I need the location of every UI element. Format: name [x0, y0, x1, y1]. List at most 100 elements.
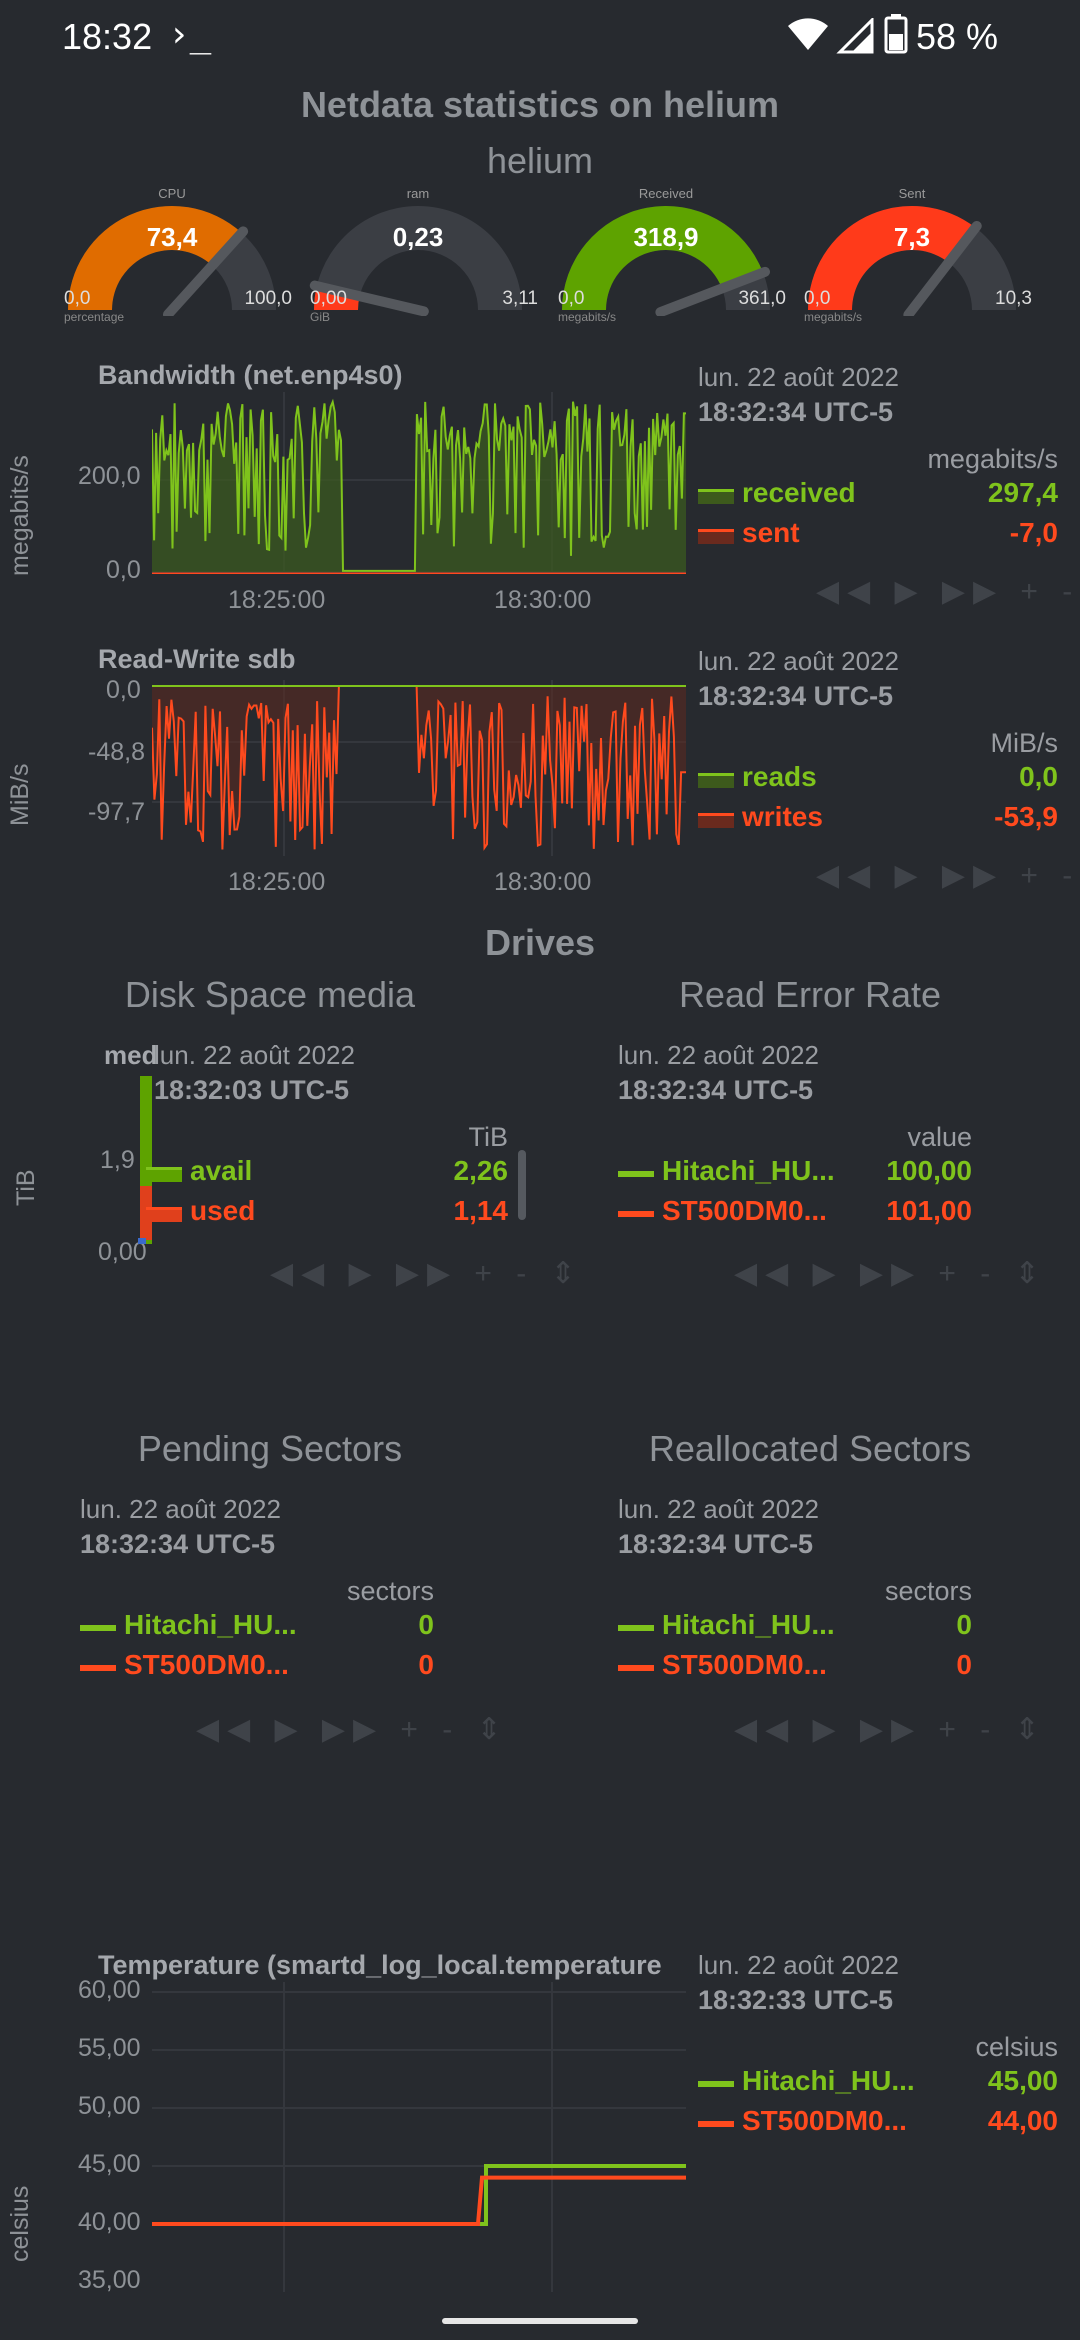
- reallocated-sectors-legend: lun. 22 août 2022 18:32:34 UTC-5 sectors…: [618, 1494, 972, 1687]
- hitachi-temperature-line: [152, 2164, 686, 2226]
- legend-name: Hitachi_HU...: [124, 1609, 297, 1640]
- sent-swatch: [698, 529, 734, 544]
- legend-row-sent[interactable]: sent -7,0: [698, 515, 1058, 555]
- home-indicator[interactable]: [442, 2318, 638, 2324]
- gauge-sent[interactable]: Sent 7,3 0,0 10,3 megabits/s: [802, 186, 1032, 326]
- disk-space-ytick: 1,9: [100, 1146, 135, 1174]
- legend-time: 18:32:34 UTC-5: [80, 1529, 276, 1559]
- chart-toolbar[interactable]: ◀◀ ▶ ▶▶ + - ⇕: [270, 1256, 584, 1291]
- gauge-max: 3,11: [502, 288, 538, 309]
- gauge-value: 0,23: [392, 222, 444, 252]
- legend-name: sent: [742, 517, 800, 548]
- chart-toolbar[interactable]: ◀◀ ▶ ▶▶ + - ⇕: [734, 1712, 1048, 1747]
- legend-unit: sectors: [884, 1576, 972, 1606]
- gauge-label: Received: [638, 186, 694, 201]
- temperature-ytick: 35,00: [78, 2266, 141, 2294]
- disk-space-ylabel: TiB: [12, 1169, 40, 1206]
- readwrite-ytick: 0,0: [106, 676, 141, 704]
- legend-value: 1,14: [453, 1195, 509, 1226]
- legend-row-hitachi[interactable]: Hitachi_HU... 45,00: [698, 2063, 1058, 2103]
- legend-row-st500[interactable]: ST500DM0... 0: [80, 1647, 434, 1687]
- legend-row-st500[interactable]: ST500DM0... 44,00: [698, 2103, 1058, 2143]
- legend-row-st500[interactable]: ST500DM0... 101,00: [618, 1193, 972, 1233]
- readwrite-plot[interactable]: [152, 680, 686, 856]
- disk-reserved-area: [138, 1238, 146, 1244]
- legend-value: 0: [418, 1609, 434, 1640]
- legend-row-hitachi[interactable]: Hitachi_HU... 0: [80, 1607, 434, 1647]
- read-error-rate-title: Read Error Rate: [678, 974, 942, 1015]
- used-swatch: [146, 1207, 182, 1222]
- legend-date: lun. 22 août 2022: [80, 1494, 281, 1524]
- readwrite-xtick: 18:30:00: [494, 868, 592, 896]
- bandwidth-ytick: 0,0: [106, 556, 141, 584]
- legend-value: -53,9: [994, 801, 1058, 832]
- legend-unit: celsius: [975, 2032, 1058, 2062]
- legend-row-st500[interactable]: ST500DM0... 0: [618, 1647, 972, 1687]
- readwrite-chart-title: Read-Write sdb: [98, 644, 296, 674]
- legend-time: 18:32:34 UTC-5: [698, 681, 894, 711]
- bandwidth-legend: lun. 22 août 2022 18:32:34 UTC-5 megabit…: [698, 362, 1058, 555]
- temperature-ytick: 45,00: [78, 2150, 141, 2178]
- st500-swatch: [698, 2121, 734, 2127]
- pending-sectors-title: Pending Sectors: [137, 1428, 403, 1469]
- legend-name: ST500DM0...: [662, 1649, 827, 1680]
- gauge-label: CPU: [158, 186, 186, 201]
- legend-value: 100,00: [886, 1155, 972, 1186]
- legend-name: ST500DM0...: [124, 1649, 289, 1680]
- legend-row-hitachi[interactable]: Hitachi_HU... 0: [618, 1607, 972, 1647]
- legend-value: -7,0: [1009, 517, 1058, 548]
- gauge-min: 0,00: [310, 288, 347, 309]
- legend-value: 0: [956, 1609, 972, 1640]
- writes-swatch: [698, 813, 734, 828]
- bandwidth-plot[interactable]: [152, 392, 686, 574]
- reallocated-sectors-title: Reallocated Sectors: [648, 1428, 972, 1469]
- legend-row-received[interactable]: received 297,4: [698, 475, 1058, 515]
- wifi-icon: [788, 18, 828, 50]
- reads-swatch: [698, 773, 734, 788]
- legend-date: lun. 22 août 2022: [698, 1950, 899, 1980]
- legend-scrollbar[interactable]: [518, 1150, 526, 1220]
- readwrite-ylabel: MiB/s: [6, 763, 34, 827]
- bandwidth-chart-title: Bandwidth (net.enp4s0): [98, 360, 403, 390]
- terminal-icon: ›_: [168, 14, 212, 55]
- temperature-ytick: 40,00: [78, 2208, 141, 2236]
- chart-toolbar[interactable]: ◀◀ ▶ ▶▶ + - ⇕: [196, 1712, 510, 1747]
- temperature-ytick: 60,00: [78, 1976, 141, 2004]
- legend-name: reads: [742, 761, 817, 792]
- chart-toolbar[interactable]: ◀◀ ▶ ▶▶ + - ⇕: [816, 858, 1080, 893]
- legend-name: Hitachi_HU...: [742, 2065, 915, 2096]
- gauge-value: 7,3: [893, 222, 931, 252]
- legend-row-writes[interactable]: writes -53,9: [698, 799, 1058, 839]
- status-bar: 18:32 ›_ 58 %: [0, 0, 1080, 80]
- gauge-received[interactable]: Received 318,9 0,0 361,0 megabits/s: [556, 186, 786, 326]
- gauge-unit: GiB: [310, 310, 331, 324]
- legend-value: 0,0: [1019, 761, 1058, 792]
- hitachi-swatch: [618, 1171, 654, 1177]
- legend-name: ST500DM0...: [742, 2105, 907, 2136]
- chart-toolbar[interactable]: ◀◀ ▶ ▶▶ + - ⇕: [734, 1256, 1048, 1291]
- hitachi-swatch: [80, 1625, 116, 1631]
- legend-name: used: [190, 1195, 256, 1226]
- drives-section-title: Drives: [484, 922, 596, 963]
- page-title: Netdata statistics on helium: [300, 84, 780, 125]
- legend-row-hitachi[interactable]: Hitachi_HU... 100,00: [618, 1153, 972, 1193]
- gauge-cpu[interactable]: CPU 73,4 0,0 100,0 percentage: [62, 186, 292, 326]
- gauge-ram[interactable]: ram 0,23 0,00 3,11 GiB: [308, 186, 538, 326]
- legend-row-avail[interactable]: avail 2,26: [146, 1153, 508, 1193]
- legend-row-used[interactable]: used 1,14: [146, 1193, 508, 1233]
- legend-value: 44,00: [987, 2105, 1058, 2136]
- pending-sectors-legend: lun. 22 août 2022 18:32:34 UTC-5 sectors…: [80, 1494, 434, 1687]
- status-time: 18:32: [62, 16, 153, 57]
- bandwidth-ytick: 200,0: [78, 462, 141, 490]
- legend-date: lun. 22 août 2022: [698, 646, 899, 676]
- chart-toolbar[interactable]: ◀◀ ▶ ▶▶ + - ⇕: [816, 574, 1080, 609]
- gauge-unit: percentage: [64, 310, 125, 324]
- gauge-max: 361,0: [738, 288, 786, 309]
- battery-percentage: 58 %: [916, 16, 999, 57]
- read-error-rate-legend: lun. 22 août 2022 18:32:34 UTC-5 value H…: [618, 1040, 972, 1233]
- legend-time: 18:32:03 UTC-5: [154, 1075, 350, 1105]
- gauge-label: Sent: [898, 186, 926, 201]
- legend-row-reads[interactable]: reads 0,0: [698, 759, 1058, 799]
- legend-name: Hitachi_HU...: [662, 1155, 835, 1186]
- temperature-plot[interactable]: [152, 1982, 686, 2292]
